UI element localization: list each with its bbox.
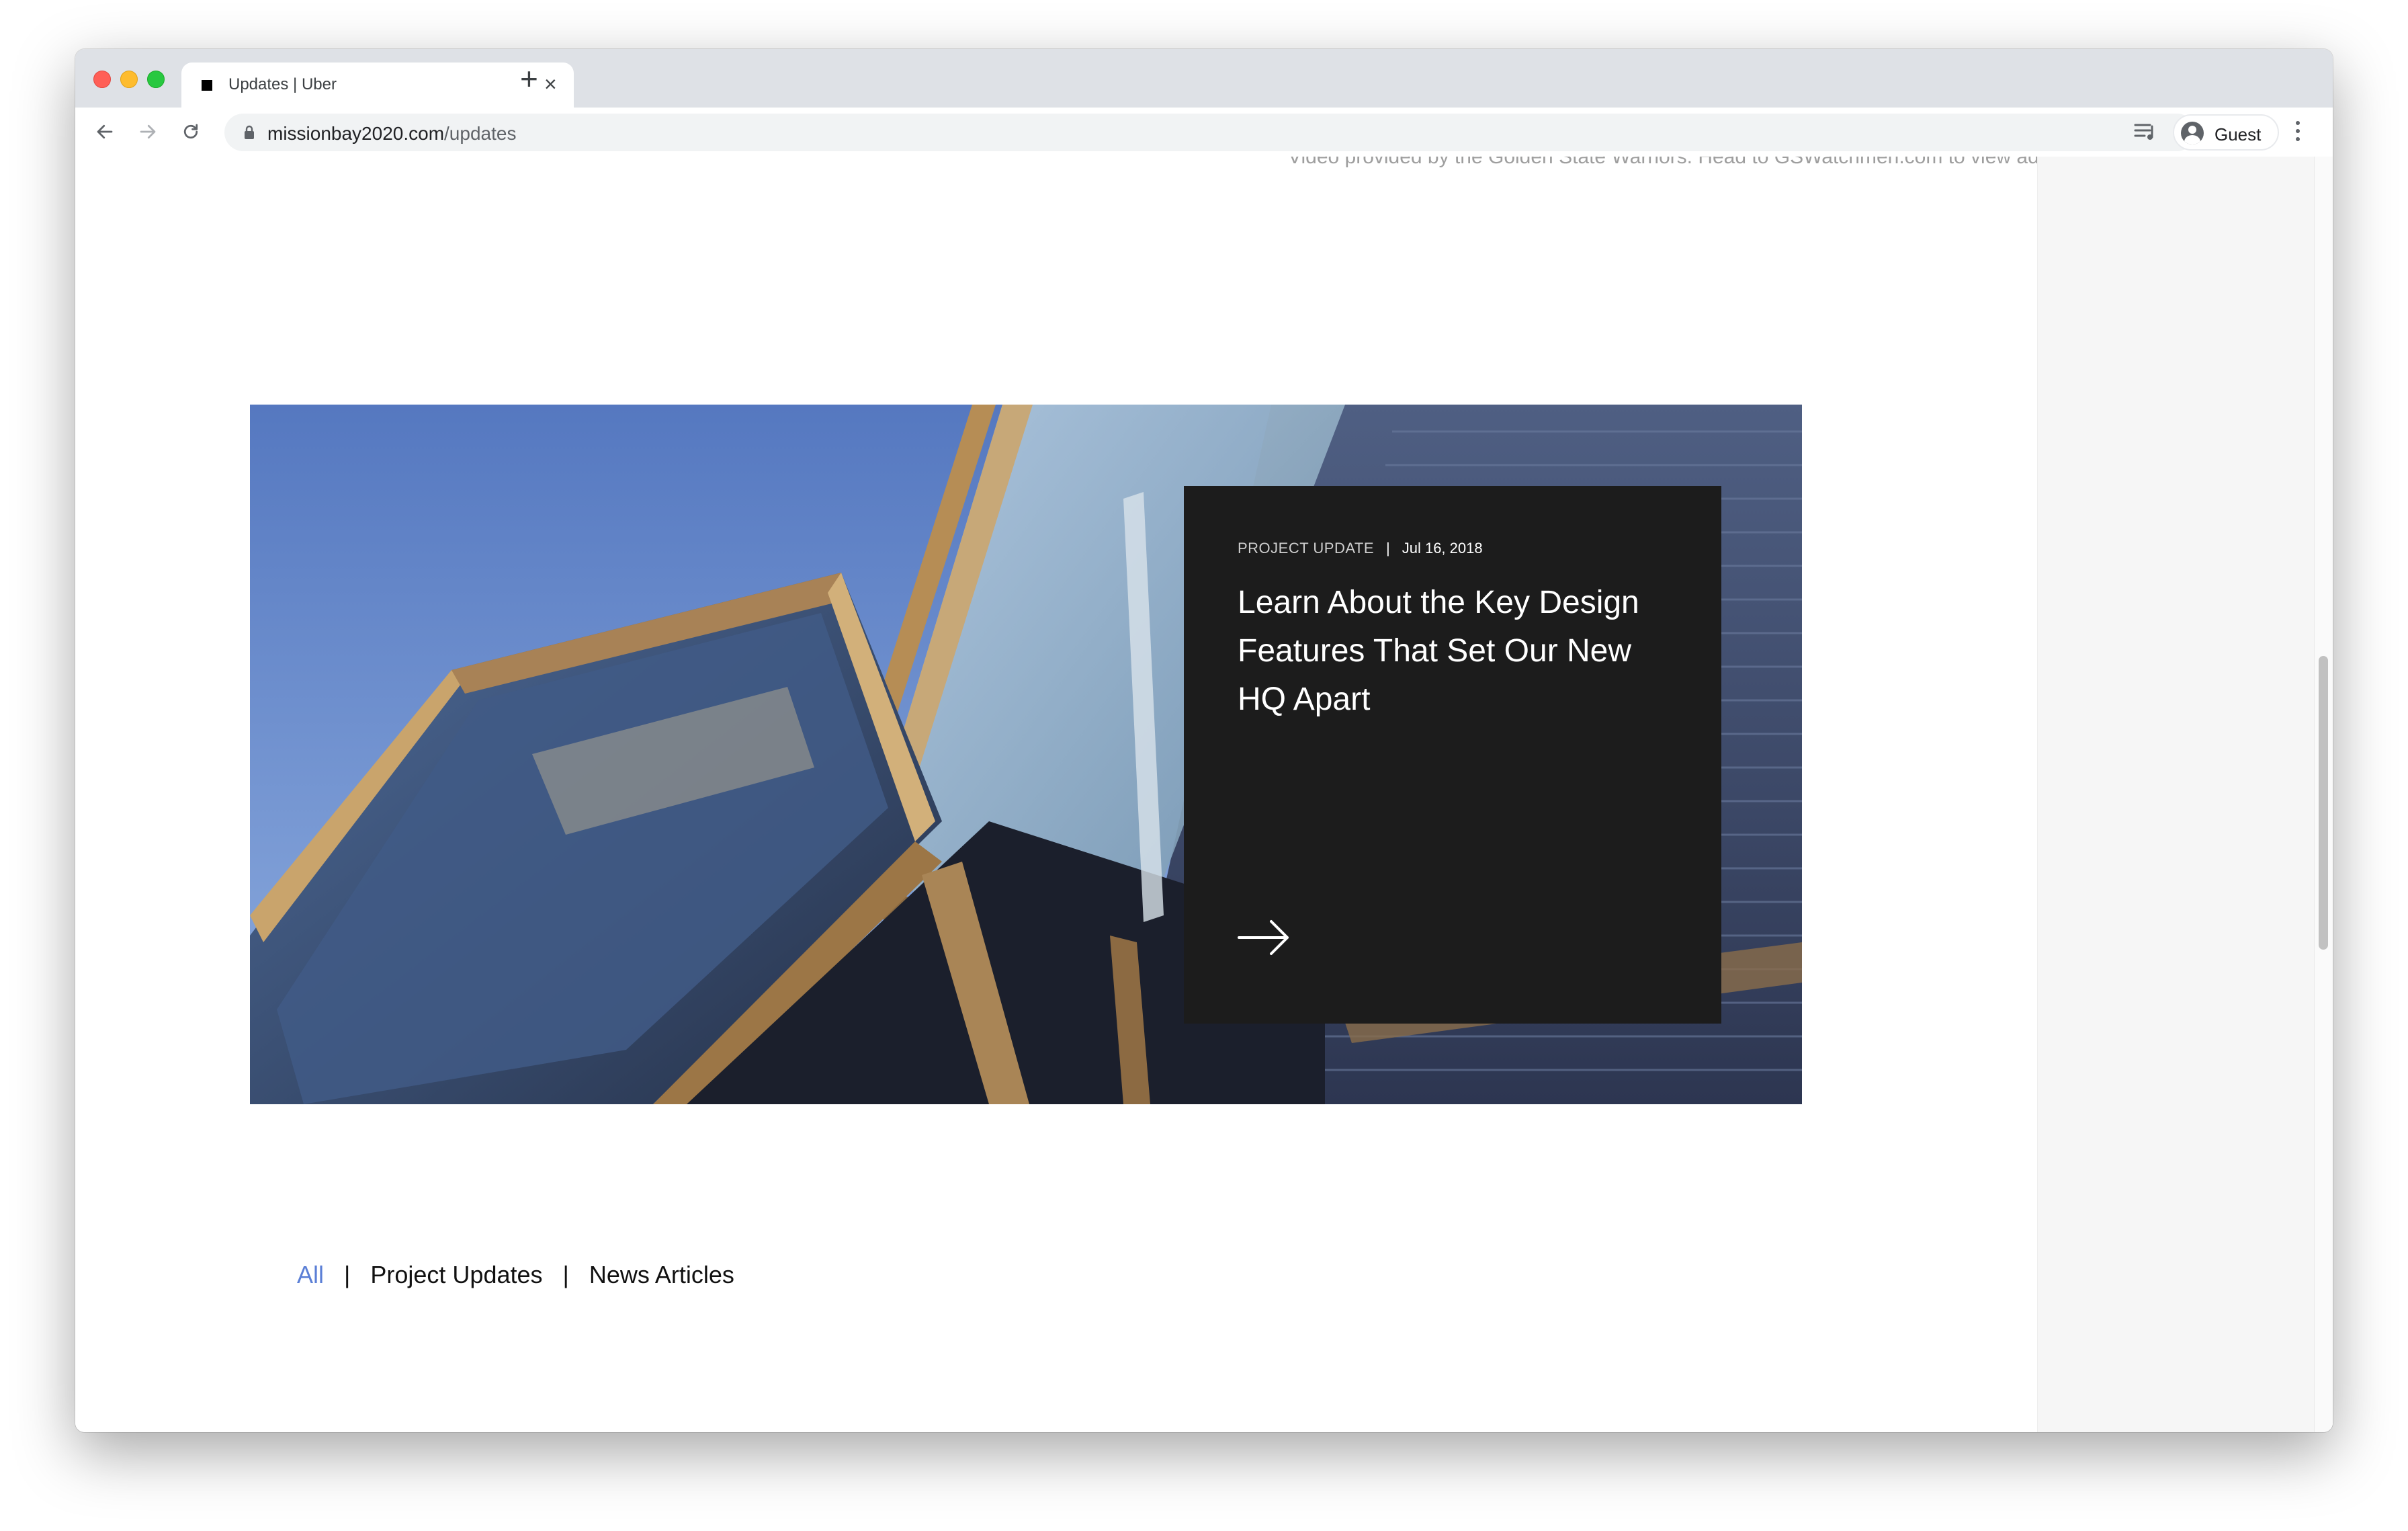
featured-update-card[interactable]: PROJECT UPDATE | Jul 16, 2018 Learn About … [1184, 486, 1721, 1024]
new-tab-button[interactable]: + [520, 63, 538, 94]
featured-update-hero[interactable]: PROJECT UPDATE | Jul 16, 2018 Learn About … [250, 405, 1802, 1104]
lock-icon [245, 125, 254, 139]
featured-date: Jul 16, 2018 [1402, 540, 1483, 556]
filter-separator: | [562, 1261, 569, 1288]
right-rail [2037, 157, 2315, 1432]
tab-close-icon[interactable]: × [544, 72, 557, 96]
browser-window: Updates | Uber × + missionbay2020.com/up… [75, 49, 2333, 1432]
profile-button[interactable]: Guest [2173, 114, 2279, 151]
featured-category: PROJECT UPDATE [1238, 540, 1374, 556]
featured-meta: PROJECT UPDATE | Jul 16, 2018 [1238, 540, 1483, 557]
tab-strip: Updates | Uber × + [75, 49, 2333, 108]
close-window-button[interactable] [93, 71, 111, 88]
filter-separator: | [344, 1261, 351, 1288]
tab-title: Updates | Uber [228, 75, 337, 93]
filter-project-updates[interactable]: Project Updates [370, 1261, 542, 1289]
url-domain: missionbay2020.com [267, 123, 445, 144]
reload-button[interactable] [175, 116, 207, 148]
browser-toolbar: missionbay2020.com/updates Guest [75, 108, 2333, 158]
browser-tab-active[interactable]: Updates | Uber × [181, 63, 574, 108]
address-bar[interactable]: missionbay2020.com/updates [224, 114, 2196, 151]
maximize-window-button[interactable] [147, 71, 165, 88]
uber-favicon-icon [202, 80, 212, 91]
minimize-window-button[interactable] [120, 71, 138, 88]
forward-button[interactable] [132, 116, 164, 148]
vertical-dots-icon[interactable] [2294, 118, 2302, 145]
address-url: missionbay2020.com/updates [267, 123, 516, 144]
media-queue-icon[interactable] [2134, 121, 2157, 142]
scrollbar-thumb[interactable] [2319, 656, 2328, 950]
page-content: Video provided by the Golden State Warri… [75, 157, 2333, 1432]
filter-all[interactable]: All [297, 1261, 324, 1289]
update-filter-bar: All | Project Updates | News Articles [297, 1261, 734, 1289]
filter-news-articles[interactable]: News Articles [589, 1261, 734, 1289]
arrow-right-icon[interactable] [1238, 919, 1291, 956]
reload-icon [183, 124, 198, 139]
back-button[interactable] [89, 116, 121, 148]
arrow-left-icon [97, 124, 113, 139]
featured-headline[interactable]: Learn About the Key Design Features That… [1238, 579, 1674, 724]
guest-avatar-icon [2181, 122, 2204, 144]
url-path: /updates [444, 123, 517, 144]
profile-name: Guest [2214, 124, 2262, 144]
meta-separator: | [1386, 540, 1390, 556]
arrow-right-icon [140, 124, 156, 139]
